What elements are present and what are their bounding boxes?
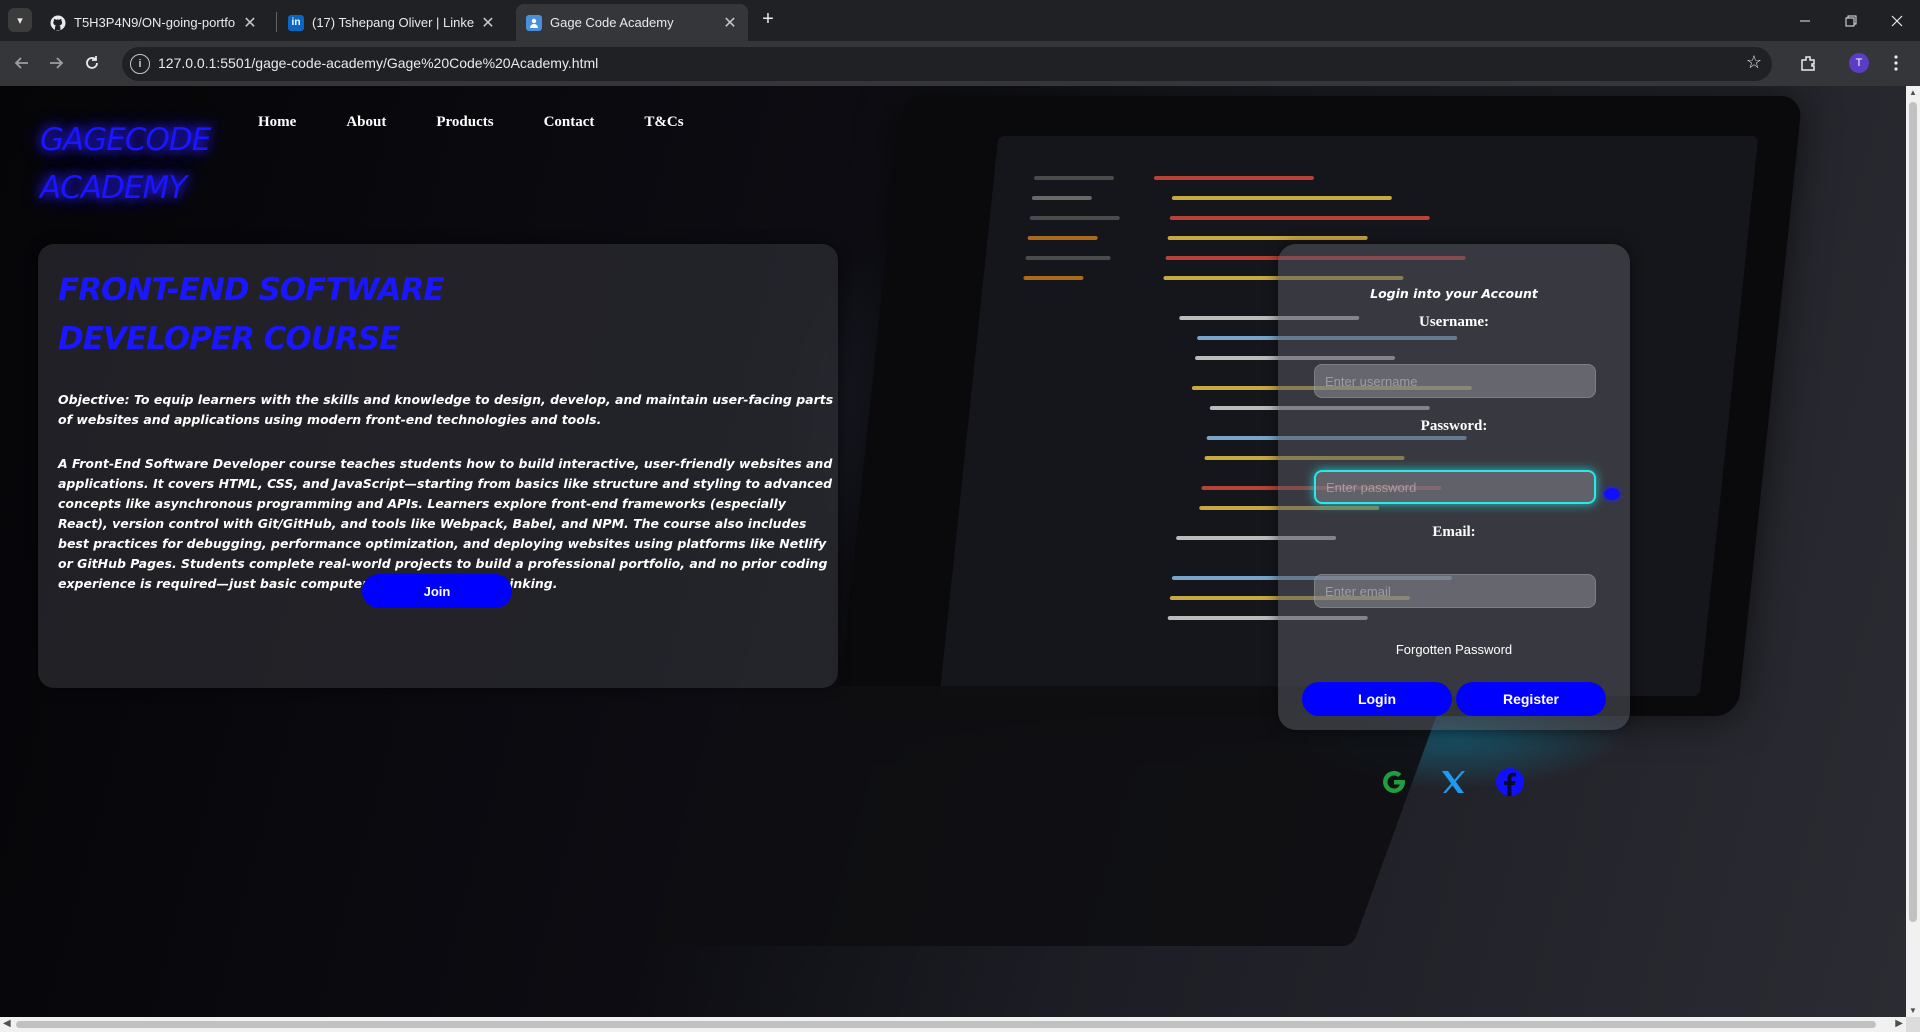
- scrollbar-corner: [1906, 1017, 1920, 1032]
- course-title-line: DEVELOPER COURSE: [58, 321, 400, 357]
- tab-separator: [276, 12, 277, 32]
- url-text: 127.0.0.1:5501/gage-code-academy/Gage%20…: [158, 55, 599, 71]
- github-icon: [50, 15, 66, 31]
- vertical-scrollbar[interactable]: ▲ ▼: [1906, 86, 1920, 1017]
- login-card: Login into your Account Username: Passwo…: [1278, 244, 1630, 796]
- facebook-icon[interactable]: [1492, 764, 1528, 800]
- logo-line: GAGECODE: [40, 122, 211, 158]
- course-description: A Front-End Software Developer course te…: [58, 456, 833, 591]
- google-icon[interactable]: [1376, 764, 1412, 800]
- x-icon[interactable]: [1435, 764, 1471, 800]
- scroll-up-arrow-icon[interactable]: ▲: [1909, 88, 1917, 97]
- tab-gage-code-academy[interactable]: Gage Code Academy ✕: [516, 4, 748, 41]
- scroll-down-arrow-icon[interactable]: ▼: [1909, 1006, 1917, 1015]
- vertical-scroll-thumb[interactable]: [1909, 102, 1917, 922]
- browser-tab-bar: ▾ T5H3P4N9/ON-going-portfolio ✕ in (17) …: [0, 0, 1920, 41]
- tab-title: Gage Code Academy: [550, 15, 674, 30]
- username-label: Username:: [1419, 314, 1489, 330]
- site-icon: [526, 14, 542, 31]
- horizontal-scrollbar[interactable]: ◀ ▶: [0, 1017, 1906, 1032]
- bookmark-star-icon[interactable]: ☆: [1746, 52, 1762, 73]
- page-viewport: GAGECODE ACADEMY Home About Products Con…: [0, 86, 1906, 1017]
- tab-close-icon[interactable]: ✕: [242, 13, 258, 33]
- menu-kebab-icon[interactable]: [1882, 49, 1910, 77]
- tab-search-button[interactable]: ▾: [8, 8, 32, 32]
- tab-linkedin[interactable]: in (17) Tshepang Oliver | LinkedIn ✕: [278, 4, 506, 41]
- show-password-icon[interactable]: [1604, 488, 1620, 500]
- forgotten-password-link[interactable]: Forgotten Password: [1278, 642, 1630, 657]
- email-input[interactable]: [1314, 574, 1596, 608]
- new-tab-button[interactable]: +: [756, 8, 780, 32]
- join-button[interactable]: Join: [362, 574, 512, 608]
- logo-line: ACADEMY: [40, 170, 187, 206]
- tab-close-icon[interactable]: ✕: [722, 13, 738, 33]
- password-label: Password:: [1420, 418, 1488, 434]
- extensions-icon[interactable]: [1794, 49, 1822, 77]
- course-title-line: FRONT-END SOFTWARE: [58, 272, 445, 308]
- login-button[interactable]: Login: [1302, 682, 1452, 716]
- site-info-icon[interactable]: i: [130, 54, 150, 74]
- login-heading: Login into your Account: [1370, 286, 1538, 301]
- site-logo[interactable]: GAGECODE ACADEMY: [40, 116, 211, 212]
- nav-link-products[interactable]: Products: [436, 114, 493, 131]
- address-bar[interactable]: i 127.0.0.1:5501/gage-code-academy/Gage%…: [122, 47, 1772, 81]
- nav-link-about[interactable]: About: [346, 114, 386, 131]
- browser-toolbar: i 127.0.0.1:5501/gage-code-academy/Gage%…: [0, 41, 1920, 86]
- horizontal-scroll-thumb[interactable]: [16, 1021, 1876, 1028]
- nav-link-contact[interactable]: Contact: [544, 114, 595, 131]
- site-navigation: Home About Products Contact T&Cs: [258, 114, 734, 131]
- profile-avatar[interactable]: T: [1849, 53, 1869, 73]
- username-input[interactable]: [1314, 364, 1596, 398]
- tab-title: (17) Tshepang Oliver | LinkedIn: [312, 15, 474, 30]
- tab-close-icon[interactable]: ✕: [480, 13, 496, 33]
- course-card: FRONT-END SOFTWARE DEVELOPER COURSE Obje…: [38, 244, 838, 688]
- register-button[interactable]: Register: [1456, 682, 1606, 716]
- nav-link-tcs[interactable]: T&Cs: [644, 114, 683, 131]
- scroll-right-arrow-icon[interactable]: ▶: [1895, 1018, 1903, 1029]
- close-window-icon[interactable]: [1874, 0, 1920, 41]
- course-objective: Objective: To equip learners with the sk…: [58, 392, 834, 427]
- linkedin-icon: in: [288, 14, 304, 31]
- tab-github[interactable]: T5H3P4N9/ON-going-portfolio ✕: [40, 4, 268, 41]
- nav-link-home[interactable]: Home: [258, 114, 296, 131]
- scroll-left-arrow-icon[interactable]: ◀: [3, 1018, 11, 1029]
- back-arrow-icon[interactable]: [8, 49, 36, 77]
- email-label: Email:: [1432, 524, 1476, 540]
- forward-arrow-icon[interactable]: [42, 49, 70, 77]
- reload-icon[interactable]: [78, 49, 106, 77]
- password-input[interactable]: [1314, 470, 1596, 504]
- course-title: FRONT-END SOFTWARE DEVELOPER COURSE: [58, 266, 445, 364]
- minimize-icon[interactable]: [1782, 0, 1828, 41]
- tab-title: T5H3P4N9/ON-going-portfolio: [74, 15, 236, 30]
- restore-icon[interactable]: [1828, 0, 1874, 41]
